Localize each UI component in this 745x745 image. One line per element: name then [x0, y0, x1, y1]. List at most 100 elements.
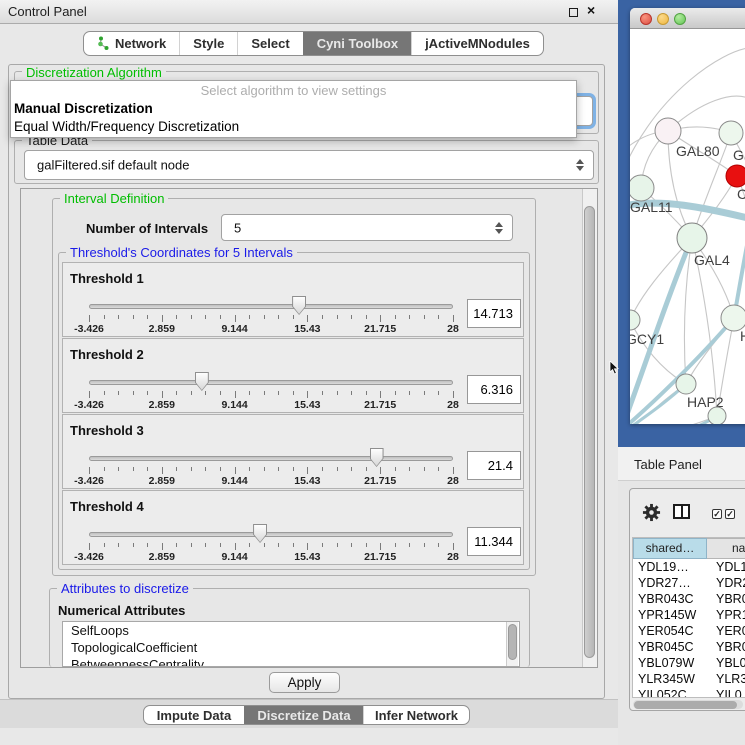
tick-mark [380, 467, 381, 474]
tab-select[interactable]: Select [237, 32, 302, 55]
table-row[interactable]: YBR043C YBR0 [633, 591, 745, 607]
table-data-combobox[interactable]: galFiltered.sif default node [24, 150, 594, 180]
algorithm-dropdown-popup: Select algorithm to view settings Manual… [10, 80, 577, 138]
tick-label: 2.859 [149, 475, 175, 487]
tick-label: 9.144 [221, 323, 247, 335]
network-view-window[interactable]: GAL80GCGAL11GAL4GCY1HHAP2 [630, 8, 745, 424]
close-icon[interactable]: × [587, 2, 595, 18]
table-cell-name[interactable]: YDR2 [707, 575, 745, 591]
tick-mark [278, 467, 279, 471]
tab-style[interactable]: Style [179, 32, 237, 55]
network-node-g[interactable] [719, 121, 743, 145]
tick-mark [395, 391, 396, 395]
attribute-list-item-topologicalcoefficient[interactable]: TopologicalCoefficient [63, 639, 519, 656]
apply-button[interactable]: Apply [269, 672, 340, 693]
slider-thumb[interactable] [253, 524, 267, 543]
horizontal-scrollbar[interactable] [633, 700, 743, 709]
close-traffic-light-icon[interactable] [640, 13, 652, 25]
network-window-titlebar[interactable] [630, 8, 745, 29]
slider-track[interactable] [89, 304, 453, 309]
threshold-value-input[interactable]: 6.316 [467, 375, 521, 404]
float-window-icon[interactable] [569, 8, 578, 17]
network-node-gcy1[interactable] [630, 310, 640, 330]
slider-track[interactable] [89, 380, 453, 385]
network-node-hap2[interactable] [676, 374, 696, 394]
vertical-scrollbar-thumb[interactable] [584, 206, 595, 658]
network-canvas[interactable]: GAL80GCGAL11GAL4GCY1HHAP2 [630, 29, 745, 424]
table-cell-name[interactable]: YBL0 [707, 655, 745, 671]
threshold-value-input[interactable]: 11.344 [467, 527, 521, 556]
table-row[interactable]: YDR27… YDR2 [633, 575, 745, 591]
network-node-c[interactable] [726, 165, 745, 187]
table-row[interactable]: YER054C YER0 [633, 623, 745, 639]
stepper-arrows-icon[interactable] [575, 159, 584, 171]
table-cell-shared-name[interactable]: YBL079W [633, 655, 707, 671]
table-cell-name[interactable]: YER0 [707, 623, 745, 639]
slider-thumb[interactable] [195, 372, 209, 391]
slider-thumb[interactable] [292, 296, 306, 315]
tab-impute-data[interactable]: Impute Data [144, 706, 244, 724]
checkbox-icon[interactable]: ✓ [725, 509, 735, 519]
table-cell-name[interactable]: YBR0 [707, 639, 745, 655]
network-node-gal80[interactable] [655, 118, 681, 144]
dropdown-option-manual-discretization[interactable]: Manual Discretization [11, 100, 576, 118]
table-cell-shared-name[interactable]: YPR145W [633, 607, 707, 623]
attribute-list-item-selfloops[interactable]: SelfLoops [63, 622, 519, 639]
attribute-list-item-betweennesscentrality[interactable]: BetweennessCentrality [63, 656, 519, 667]
tab-discretize-data[interactable]: Discretize Data [244, 706, 363, 724]
table-cell-shared-name[interactable]: YER054C [633, 623, 707, 639]
column-header-name[interactable]: na [707, 538, 745, 559]
table-cell-name[interactable]: YIL0 [707, 687, 745, 698]
horizontal-scrollbar-thumb[interactable] [634, 701, 737, 709]
table-cell-shared-name[interactable]: YDR27… [633, 575, 707, 591]
network-node-gal4[interactable] [677, 223, 707, 253]
tick-mark [176, 467, 177, 471]
tab-jactivemnodules[interactable]: jActiveMNodules [411, 32, 543, 55]
stepper-arrows-icon[interactable] [494, 222, 503, 234]
table-cell-name[interactable]: YLR3 [707, 671, 745, 687]
table-row[interactable]: YIL052C YIL0 [633, 687, 745, 698]
zoom-traffic-light-icon[interactable] [674, 13, 686, 25]
tick-label: 2.859 [149, 323, 175, 335]
table-cell-shared-name[interactable]: YIL052C [633, 687, 707, 698]
number-of-intervals-combobox[interactable]: 5 [221, 214, 513, 241]
dropdown-option-equal-width-frequency[interactable]: Equal Width/Frequency Discretization [11, 118, 576, 136]
table-cell-name[interactable]: YDL1 [707, 559, 745, 575]
table-cell-name[interactable]: YBR0 [707, 591, 745, 607]
network-node-gal11[interactable] [630, 175, 654, 201]
threshold-value-input[interactable]: 21.4 [467, 451, 521, 480]
tick-label: 28 [447, 323, 459, 335]
table-row[interactable]: YBR045C YBR0 [633, 639, 745, 655]
tick-mark [424, 391, 425, 395]
table-row[interactable]: YBL079W YBL0 [633, 655, 745, 671]
tab-cyni-toolbox[interactable]: Cyni Toolbox [303, 32, 411, 55]
threshold-label: Threshold 3 [70, 423, 144, 438]
gear-icon[interactable] [642, 503, 661, 527]
table-cell-shared-name[interactable]: YLR345W [633, 671, 707, 687]
network-node[interactable] [708, 407, 726, 424]
slider-ticks [89, 467, 453, 474]
slider-thumb[interactable] [370, 448, 384, 467]
checkbox-icon[interactable]: ✓ [712, 509, 722, 519]
tick-mark [409, 467, 410, 471]
tick-mark [453, 391, 454, 398]
tab-network[interactable]: Network [84, 32, 179, 55]
threshold-value-input[interactable]: 14.713 [467, 299, 521, 328]
table-cell-shared-name[interactable]: YDL19… [633, 559, 707, 575]
slider-track[interactable] [89, 456, 453, 461]
table-row[interactable]: YDL19… YDL1 [633, 559, 745, 575]
slider-track[interactable] [89, 532, 453, 537]
attributes-scrollbar-thumb[interactable] [508, 624, 517, 660]
minimize-traffic-light-icon[interactable] [657, 13, 669, 25]
table-cell-shared-name[interactable]: YBR043C [633, 591, 707, 607]
column-header-shared-name[interactable]: shared… [633, 538, 707, 559]
tick-mark [147, 543, 148, 547]
table-cell-name[interactable]: YPR1 [707, 607, 745, 623]
table-row[interactable]: YPR145W YPR1 [633, 607, 745, 623]
tab-infer-network[interactable]: Infer Network [363, 706, 469, 724]
show-columns-icon[interactable] [673, 504, 690, 519]
tick-mark [220, 391, 221, 395]
tick-mark [438, 315, 439, 319]
table-row[interactable]: YLR345W YLR3 [633, 671, 745, 687]
table-cell-shared-name[interactable]: YBR045C [633, 639, 707, 655]
